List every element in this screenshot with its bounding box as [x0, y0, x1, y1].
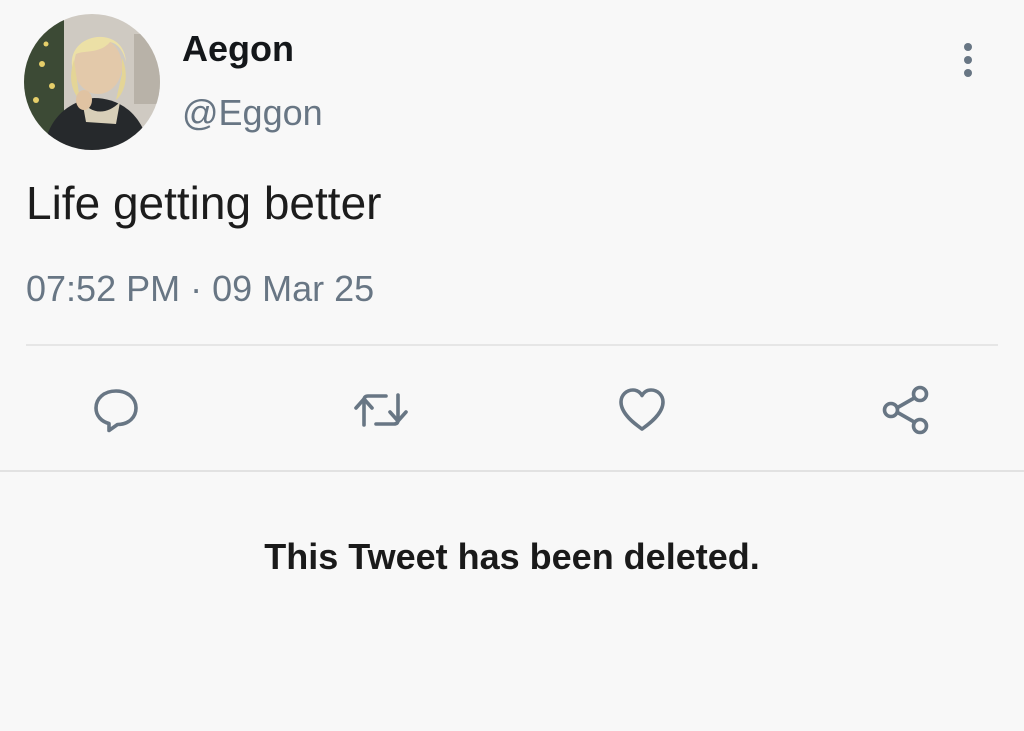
- retweet-arrows-icon: [354, 393, 408, 427]
- tweet-date: 09 Mar 25: [212, 268, 375, 309]
- meta-separator: ·: [190, 268, 203, 309]
- avatar[interactable]: [24, 14, 160, 150]
- tweet-text: Life getting better: [26, 177, 382, 229]
- display-name[interactable]: Aegon: [182, 28, 294, 70]
- section-divider: [0, 470, 1024, 472]
- heart-icon: [619, 388, 665, 431]
- vertical-ellipsis-icon: [964, 43, 972, 77]
- tweet-timestamp[interactable]: 07:52 PM · 09 Mar 25: [26, 268, 374, 310]
- share-button[interactable]: [876, 380, 936, 440]
- like-button[interactable]: [612, 380, 672, 440]
- deleted-tweet-notice: This Tweet has been deleted.: [264, 536, 760, 577]
- divider: [26, 344, 998, 346]
- more-options-button[interactable]: [948, 40, 988, 80]
- retweet-button[interactable]: [351, 380, 411, 440]
- tweet-time: 07:52 PM: [26, 268, 181, 309]
- user-handle[interactable]: @Eggon: [182, 92, 323, 134]
- share-nodes-icon: [882, 385, 929, 435]
- speech-bubble-icon: [94, 389, 138, 433]
- reply-button[interactable]: [86, 380, 146, 440]
- user-photo-avatar: [24, 14, 160, 150]
